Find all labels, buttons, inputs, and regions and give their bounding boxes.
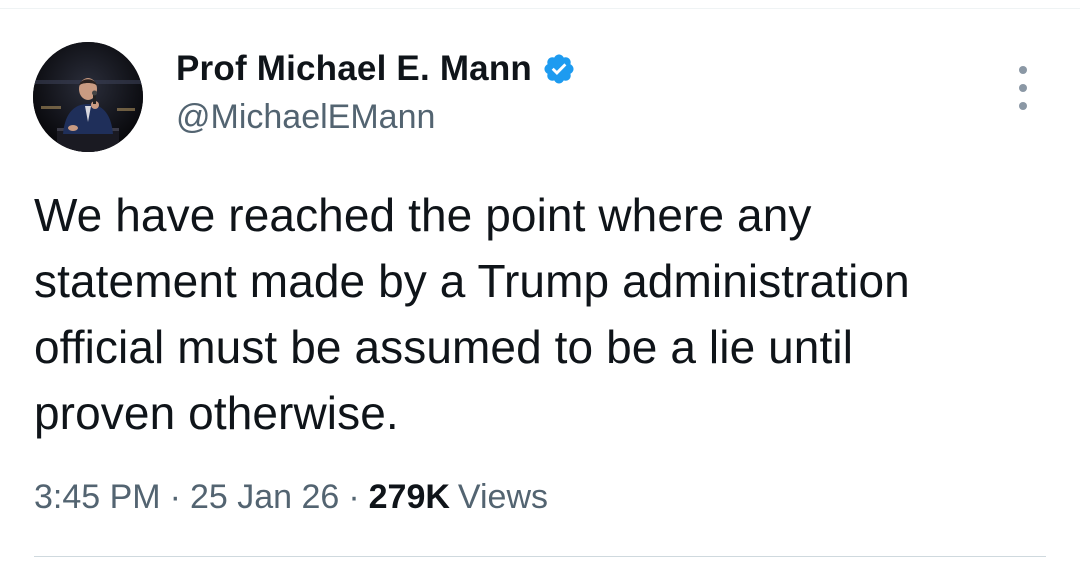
avatar[interactable] bbox=[33, 42, 143, 152]
more-dot bbox=[1019, 66, 1027, 74]
tweet-date[interactable]: 25 Jan 26 bbox=[190, 478, 339, 517]
author-name-row: Prof Michael E. Mann bbox=[176, 48, 576, 90]
avatar-image bbox=[33, 42, 143, 152]
tweet-text-line: statement made by a Trump administration bbox=[34, 255, 910, 307]
author-handle[interactable]: @MichaelEMann bbox=[176, 98, 435, 137]
meta-separator: · bbox=[348, 478, 360, 516]
author-display-name[interactable]: Prof Michael E. Mann bbox=[176, 49, 532, 89]
tweet-text-line: official must be assumed to be a lie unt… bbox=[34, 321, 854, 373]
views-count[interactable]: 279K bbox=[369, 478, 450, 517]
top-divider bbox=[0, 8, 1080, 9]
views-label[interactable]: Views bbox=[458, 478, 548, 517]
tweet-text-line: proven otherwise. bbox=[34, 387, 399, 439]
tweet-text: We have reached the point where any stat… bbox=[34, 182, 1044, 446]
tweet-meta: 3:45 PM · 25 Jan 26 · 279K Views bbox=[34, 478, 548, 517]
meta-separator: · bbox=[169, 478, 181, 516]
verified-badge-icon bbox=[542, 52, 576, 86]
more-options-icon[interactable] bbox=[1008, 66, 1038, 110]
more-dot bbox=[1019, 102, 1027, 110]
tweet-time[interactable]: 3:45 PM bbox=[34, 478, 161, 517]
bottom-divider bbox=[34, 556, 1046, 557]
tweet-text-line: We have reached the point where any bbox=[34, 189, 812, 241]
more-dot bbox=[1019, 84, 1027, 92]
